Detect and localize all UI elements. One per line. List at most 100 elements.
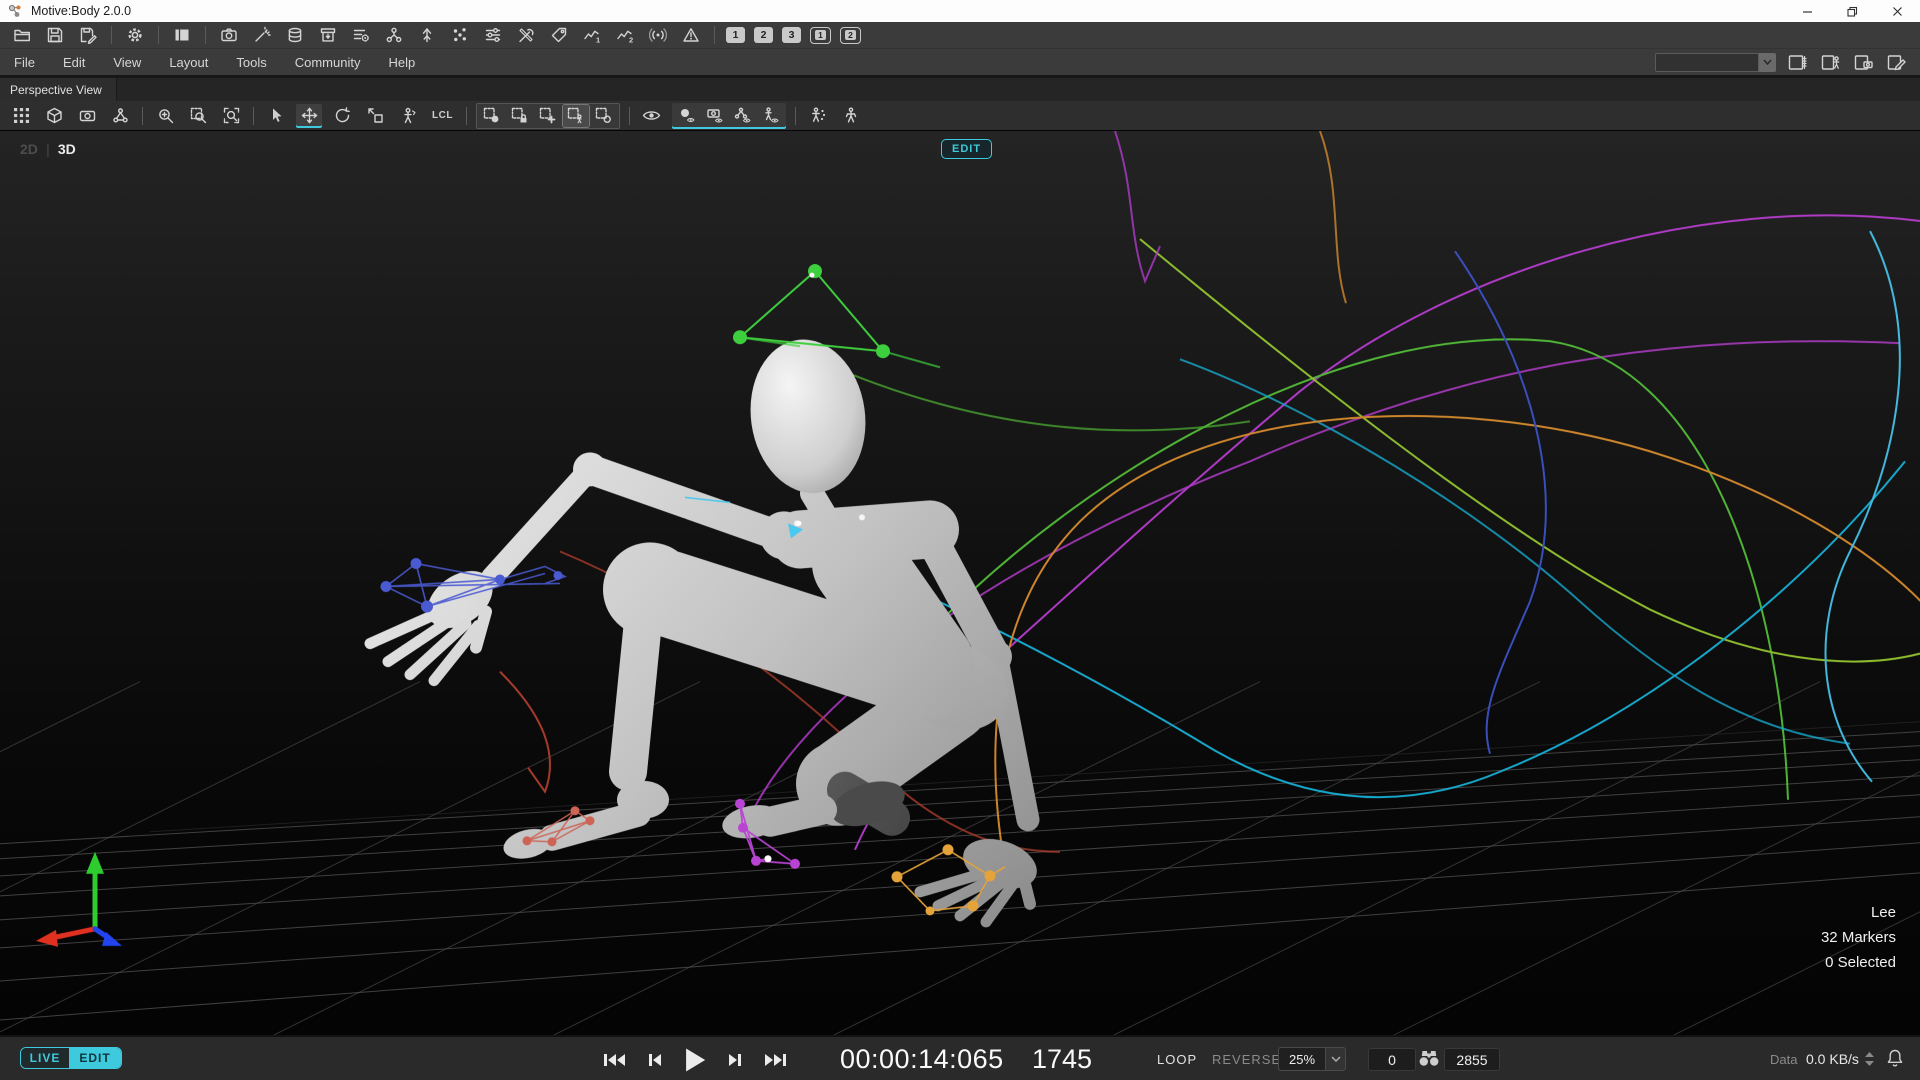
alert-icon[interactable] bbox=[679, 24, 703, 46]
select-circle-mode-icon[interactable] bbox=[591, 105, 617, 127]
menu-edit[interactable]: Edit bbox=[49, 51, 99, 74]
graph-2-icon[interactable]: 2 bbox=[613, 24, 637, 46]
loop-toggle[interactable]: LOOP bbox=[1157, 1052, 1197, 1067]
skip-to-end-button[interactable] bbox=[760, 1049, 790, 1071]
panel-list-icon[interactable] bbox=[1785, 51, 1809, 73]
graph-1-icon[interactable]: 1 bbox=[580, 24, 604, 46]
custom-layout-2-button[interactable]: 2 bbox=[840, 27, 861, 44]
motive-app: Motive:Body 2.0.0 bbox=[0, 0, 1920, 1080]
zoom-fit-icon[interactable] bbox=[218, 104, 244, 128]
layout-3-button[interactable]: 3 bbox=[782, 27, 801, 43]
calibration-icon[interactable] bbox=[448, 24, 472, 46]
window-title: Motive:Body 2.0.0 bbox=[31, 4, 131, 18]
panel-camera-icon[interactable] bbox=[1851, 51, 1875, 73]
toolbar-separator bbox=[466, 107, 467, 125]
reverse-toggle[interactable]: REVERSE bbox=[1212, 1052, 1281, 1067]
trail-yellowgreen bbox=[1140, 239, 1920, 661]
rotate-tool-icon[interactable] bbox=[329, 104, 355, 128]
panel-edit-icon[interactable] bbox=[1884, 51, 1908, 73]
view-mode-toggle: 2D | 3D bbox=[20, 141, 76, 157]
window-controls bbox=[1785, 0, 1920, 22]
streaming-icon[interactable] bbox=[646, 24, 670, 46]
follow-tool-icon[interactable] bbox=[395, 104, 421, 128]
layout-2-button[interactable]: 2 bbox=[754, 27, 773, 43]
skeleton-icon[interactable] bbox=[838, 104, 864, 128]
grid-icon[interactable] bbox=[8, 104, 34, 128]
mode-3d-button[interactable]: 3D bbox=[58, 141, 76, 157]
select-add-mode-icon[interactable] bbox=[535, 105, 561, 127]
camera-icon[interactable] bbox=[217, 24, 241, 46]
eye-icon[interactable] bbox=[639, 104, 665, 128]
zoom-selection-icon[interactable] bbox=[185, 104, 211, 128]
speed-chevron-icon bbox=[1325, 1047, 1346, 1071]
select-markers-mode-icon[interactable] bbox=[479, 105, 505, 127]
panel-skeleton-icon[interactable] bbox=[1818, 51, 1842, 73]
trail-orange-top bbox=[1320, 131, 1346, 303]
play-button[interactable] bbox=[679, 1044, 711, 1076]
menu-layout[interactable]: Layout bbox=[155, 51, 222, 74]
open-file-icon[interactable] bbox=[10, 24, 34, 46]
translate-tool-icon[interactable] bbox=[296, 104, 322, 128]
menu-help[interactable]: Help bbox=[374, 51, 429, 74]
rigid-body-icon[interactable] bbox=[415, 24, 439, 46]
range-start-input[interactable]: 0 bbox=[1368, 1048, 1416, 1071]
range-end-input[interactable]: 2855 bbox=[1444, 1048, 1500, 1071]
tools-icon[interactable] bbox=[514, 24, 538, 46]
next-frame-button[interactable] bbox=[724, 1049, 747, 1071]
combobox-dropdown-icon[interactable] bbox=[1759, 53, 1776, 72]
mode-2d-button[interactable]: 2D bbox=[20, 141, 38, 157]
svg-text:1: 1 bbox=[596, 36, 600, 45]
zoom-in-icon[interactable] bbox=[152, 104, 178, 128]
menu-view[interactable]: View bbox=[99, 51, 155, 74]
toolbar-separator bbox=[142, 107, 143, 125]
sliders-icon[interactable] bbox=[481, 24, 505, 46]
head-marker-cluster[interactable] bbox=[733, 264, 940, 367]
cube-icon[interactable] bbox=[41, 104, 67, 128]
frame-number-display: 1745 bbox=[1032, 1044, 1092, 1075]
edit-toggle-button[interactable]: EDIT bbox=[69, 1048, 121, 1068]
marker-visibility-icon[interactable] bbox=[674, 104, 700, 128]
minimize-button[interactable] bbox=[1785, 0, 1830, 22]
menu-tools[interactable]: Tools bbox=[222, 51, 280, 74]
assets-icon[interactable] bbox=[382, 24, 406, 46]
binoculars-icon[interactable] bbox=[1418, 1048, 1440, 1068]
settings-gear-icon[interactable] bbox=[123, 24, 147, 46]
asset-visibility-icon[interactable] bbox=[730, 104, 756, 128]
select-locked-mode-icon[interactable] bbox=[507, 105, 533, 127]
live-toggle-button[interactable]: LIVE bbox=[21, 1048, 69, 1068]
trail-lightblue bbox=[1825, 231, 1899, 782]
viewport-camera-icon[interactable] bbox=[74, 104, 100, 128]
close-button[interactable] bbox=[1875, 0, 1920, 22]
edit-mode-badge: EDIT bbox=[941, 139, 992, 159]
data-layers-icon[interactable] bbox=[283, 24, 307, 46]
take-combobox[interactable] bbox=[1655, 53, 1759, 72]
lcl-toggle[interactable]: LCL bbox=[428, 110, 457, 121]
updown-arrows-icon[interactable] bbox=[1864, 1051, 1875, 1067]
data-rate: 0.0 KB/s bbox=[1806, 1051, 1859, 1067]
bell-icon[interactable] bbox=[1886, 1048, 1904, 1068]
panes-icon[interactable] bbox=[170, 24, 194, 46]
restore-button[interactable] bbox=[1830, 0, 1875, 22]
marker-set-icon[interactable] bbox=[107, 104, 133, 128]
viewport-3d[interactable]: 2D | 3D EDIT Lee 32 Markers 0 Selected bbox=[0, 131, 1920, 1035]
menu-file[interactable]: File bbox=[0, 51, 49, 74]
previous-frame-button[interactable] bbox=[643, 1049, 666, 1071]
list-settings-icon[interactable] bbox=[349, 24, 373, 46]
layout-1-button[interactable]: 1 bbox=[726, 27, 745, 43]
select-tool-icon[interactable] bbox=[263, 104, 289, 128]
skeleton-visibility-icon[interactable] bbox=[758, 104, 784, 128]
scale-tool-icon[interactable] bbox=[362, 104, 388, 128]
labels-icon[interactable] bbox=[547, 24, 571, 46]
menu-community[interactable]: Community bbox=[281, 51, 375, 74]
skip-to-start-button[interactable] bbox=[600, 1049, 630, 1071]
skeleton-markers-icon[interactable] bbox=[805, 104, 831, 128]
save-icon[interactable] bbox=[43, 24, 67, 46]
select-skeleton-mode-icon[interactable] bbox=[563, 105, 589, 127]
perspective-view-tab[interactable]: Perspective View bbox=[0, 78, 117, 101]
playback-speed-select[interactable]: 25% bbox=[1278, 1047, 1346, 1071]
custom-layout-1-button[interactable]: 1 bbox=[810, 27, 831, 44]
archive-icon[interactable] bbox=[316, 24, 340, 46]
edit-tools-icon[interactable] bbox=[250, 24, 274, 46]
camera-visibility-icon[interactable] bbox=[702, 104, 728, 128]
save-as-icon[interactable] bbox=[76, 24, 100, 46]
